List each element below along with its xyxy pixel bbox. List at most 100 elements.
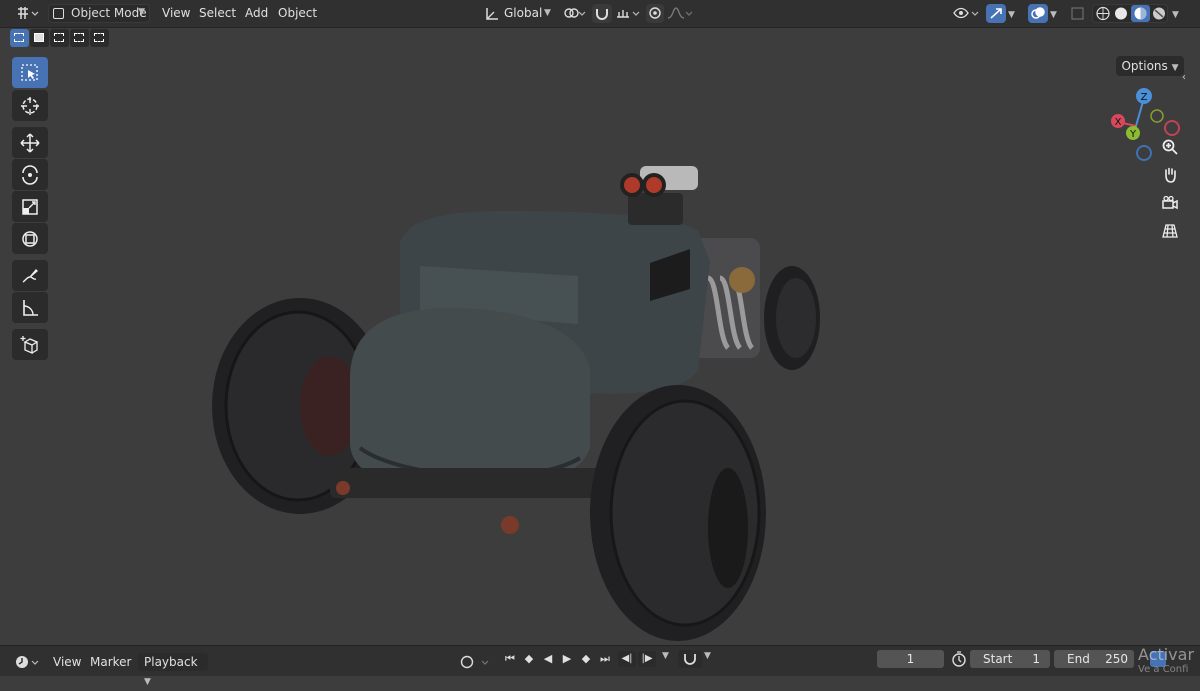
- chevron-down-icon: ▼: [1172, 10, 1179, 20]
- move-tool[interactable]: [12, 127, 48, 158]
- transform-tool[interactable]: [12, 223, 48, 254]
- jump-start-icon[interactable]: ⏮: [502, 651, 518, 667]
- select-box-tool[interactable]: [12, 57, 48, 88]
- add-cube-icon: [20, 335, 39, 354]
- perspective-toggle-button[interactable]: [1156, 218, 1184, 244]
- chevron-down-icon[interactable]: ▼: [704, 651, 711, 661]
- timeline-menu-playback[interactable]: Playback ▼: [138, 653, 208, 687]
- end-label: End: [1067, 652, 1090, 666]
- menu-select[interactable]: Select: [199, 4, 236, 23]
- chevron-down-icon[interactable]: ▼: [662, 651, 669, 661]
- pivot-point-button[interactable]: [562, 4, 588, 23]
- gizmo-toggle[interactable]: [986, 4, 1006, 23]
- select-box-icon: [21, 63, 38, 81]
- select-extend-button[interactable]: [30, 29, 49, 47]
- shading-dropdown[interactable]: ▼: [1172, 4, 1179, 23]
- snap-target-button[interactable]: [614, 4, 642, 23]
- jump-end-icon[interactable]: ⏭: [597, 651, 613, 667]
- add-cube-tool[interactable]: [12, 329, 48, 360]
- options-label: Options: [1121, 59, 1168, 73]
- snap-increment-icon: [617, 10, 640, 18]
- mode-select[interactable]: Object Mode ▼: [48, 4, 150, 23]
- magnet-icon: [684, 654, 696, 665]
- magnet-icon: [596, 9, 608, 20]
- transform-icon: [22, 230, 38, 247]
- rotate-icon: [22, 164, 38, 185]
- preview-range-toggle[interactable]: [950, 650, 968, 668]
- select-subtract-button[interactable]: [50, 29, 69, 47]
- play-reverse-icon[interactable]: ◀: [540, 651, 556, 667]
- gizmo-z-label: Z: [1141, 92, 1148, 103]
- sidebar-toggle-icon[interactable]: ‹: [1182, 72, 1186, 83]
- gizmo-neg-y[interactable]: [1150, 109, 1164, 123]
- mode-label: Object Mode: [71, 6, 147, 20]
- falloff-button[interactable]: [666, 4, 694, 23]
- prev-keyframe-button[interactable]: ◀|: [618, 651, 636, 667]
- cursor-tool[interactable]: [12, 90, 48, 121]
- zoom-button[interactable]: [1156, 134, 1184, 160]
- chevron-down-icon: ▼: [138, 7, 145, 17]
- next-keyframe-icon[interactable]: ◆: [578, 651, 594, 667]
- play-icon[interactable]: ▶: [559, 651, 575, 667]
- gizmo-icon: [990, 8, 1002, 19]
- eye-icon: [953, 7, 979, 19]
- end-frame-field[interactable]: End 250: [1054, 650, 1134, 668]
- camera-icon: [1162, 195, 1178, 210]
- orientation-select[interactable]: Global ▼: [482, 4, 554, 23]
- timeline-editor-type[interactable]: [14, 653, 42, 671]
- annotate-tool[interactable]: [12, 260, 48, 291]
- menu-object[interactable]: Object: [278, 4, 317, 23]
- gizmo-neg-z[interactable]: [1136, 145, 1152, 161]
- next-keyframe-button[interactable]: |▶: [638, 651, 656, 667]
- visibility-button[interactable]: [952, 4, 982, 23]
- shading-icons: [1096, 5, 1165, 22]
- hot-rod-model[interactable]: [0, 28, 1200, 645]
- chevron-down-icon: ▼: [544, 8, 551, 18]
- editor-type-icon: [18, 7, 39, 19]
- timeline-snap-toggle[interactable]: [678, 650, 702, 668]
- chevron-down-icon: ▼: [1050, 10, 1057, 20]
- snap-toggle[interactable]: [592, 4, 612, 23]
- auto-keying-toggle[interactable]: [458, 653, 494, 671]
- menu-view[interactable]: View: [162, 4, 190, 23]
- select-invert-button[interactable]: [70, 29, 89, 47]
- gizmo-neg-x[interactable]: [1164, 120, 1180, 136]
- gizmo-y-label: Y: [1129, 129, 1137, 140]
- current-frame-field[interactable]: 1: [877, 650, 944, 668]
- timeline-menu-marker[interactable]: Marker: [90, 653, 131, 671]
- selection-mode-group: [10, 29, 110, 49]
- pan-button[interactable]: [1156, 162, 1184, 188]
- overlays-icon: [1031, 7, 1045, 19]
- start-frame-field[interactable]: Start 1: [970, 650, 1050, 668]
- prev-keyframe-icon[interactable]: ◆: [521, 651, 537, 667]
- playback-label: Playback: [144, 655, 198, 669]
- falloff-curve-icon: [667, 7, 693, 19]
- gizmo-dropdown[interactable]: ▼: [1008, 4, 1015, 23]
- select-intersect-button[interactable]: [90, 29, 109, 47]
- activation-watermark: Activar: [1138, 645, 1195, 664]
- timeline-menu-view[interactable]: View: [53, 653, 81, 671]
- scale-tool[interactable]: [12, 191, 48, 222]
- shading-modes: [1092, 4, 1168, 23]
- select-new-button[interactable]: [10, 29, 29, 47]
- chevron-down-icon: ▼: [144, 677, 151, 687]
- rotate-tool[interactable]: [12, 159, 48, 190]
- start-label: Start: [983, 652, 1013, 666]
- pivot-icon: [564, 8, 586, 18]
- editor-type-button[interactable]: [14, 4, 40, 23]
- options-button[interactable]: Options ▼: [1116, 56, 1184, 76]
- hand-icon: [1165, 167, 1176, 183]
- overlays-toggle[interactable]: [1028, 4, 1048, 23]
- chevron-down-icon: ▼: [1008, 10, 1015, 20]
- xray-toggle[interactable]: [1070, 4, 1086, 23]
- 3d-viewport[interactable]: Options ▼ ‹ Z X Y: [0, 28, 1200, 645]
- camera-view-button[interactable]: [1156, 190, 1184, 216]
- measure-tool[interactable]: [12, 292, 48, 323]
- menu-add[interactable]: Add: [245, 4, 268, 23]
- viewport-header: Object Mode ▼ View Select Add Object Glo…: [0, 0, 1200, 28]
- playback-controls: ⏮ ◆ ◀ ▶ ◆ ⏭: [502, 651, 613, 667]
- scale-icon: [22, 198, 38, 215]
- proportional-edit-toggle[interactable]: [646, 4, 664, 23]
- pencil-icon: [22, 268, 38, 283]
- overlays-dropdown[interactable]: ▼: [1050, 4, 1057, 23]
